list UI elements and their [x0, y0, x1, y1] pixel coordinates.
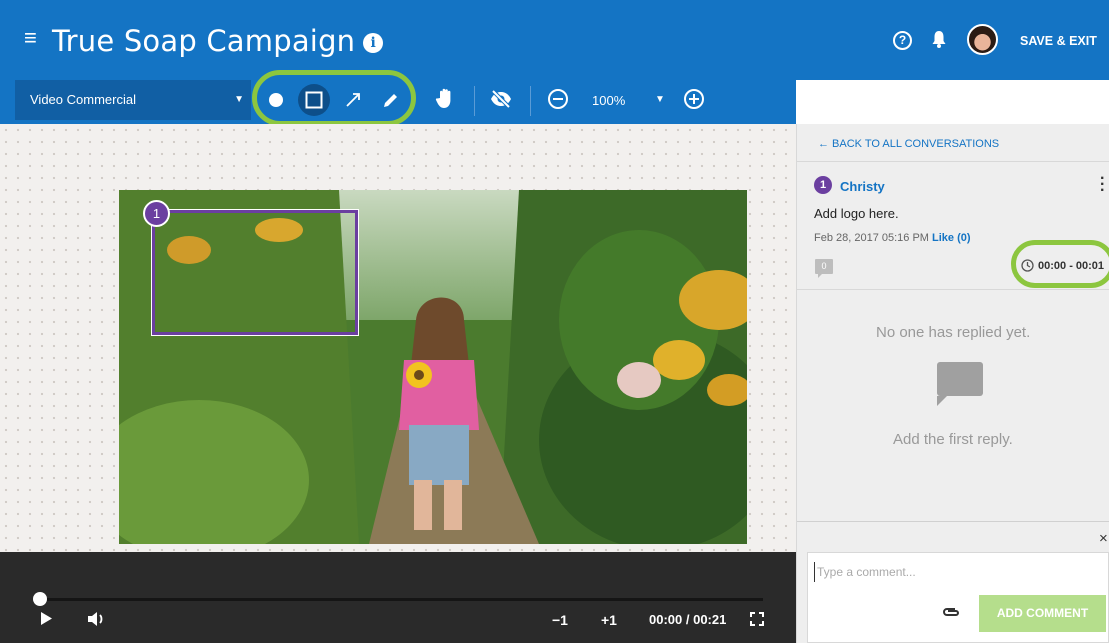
close-icon[interactable]: ×	[1099, 530, 1108, 547]
comment-time-range[interactable]: 00:00 - 00:01	[1021, 259, 1104, 272]
comment-date: Feb 28, 2017 05:16 PM	[814, 232, 929, 244]
chevron-down-icon[interactable]: ▼	[655, 94, 665, 105]
reply-count-badge[interactable]: 0	[815, 259, 833, 278]
zoom-in-icon[interactable]	[684, 89, 704, 109]
add-comment-button[interactable]: ADD COMMENT	[979, 595, 1106, 632]
play-icon[interactable]	[41, 612, 52, 625]
eye-off-icon[interactable]	[490, 90, 512, 108]
like-link[interactable]: Like (0)	[932, 232, 971, 244]
hand-icon[interactable]	[434, 86, 458, 110]
forward-frame-button[interactable]: +1	[601, 612, 617, 628]
chevron-down-icon: ▼	[234, 94, 244, 105]
divider	[797, 161, 1109, 162]
comment-author[interactable]: Christy	[840, 179, 885, 194]
annotation-rectangle[interactable]	[151, 209, 359, 336]
more-options-icon[interactable]: · · ·	[1100, 171, 1105, 199]
time-range-text: 00:00 - 00:01	[1038, 260, 1105, 272]
zoom-level[interactable]: 100%	[592, 93, 625, 108]
empty-replies-message: No one has replied yet.	[876, 324, 1031, 341]
page-title-text: True Soap Campaign	[52, 24, 356, 58]
divider	[797, 289, 1109, 290]
fullscreen-icon[interactable]	[750, 612, 764, 626]
volume-icon[interactable]	[88, 611, 106, 627]
drawing-tools-highlight	[252, 70, 416, 126]
comment-pin: 1	[814, 176, 832, 194]
chat-bubble-icon	[937, 362, 983, 406]
comment-meta: Feb 28, 2017 05:16 PM Like (0)	[814, 232, 971, 244]
comment-text: Add logo here.	[814, 206, 899, 221]
menu-icon[interactable]: ≡	[24, 27, 37, 49]
back-to-conversations-link[interactable]: ← BACK TO ALL CONVERSATIONS	[818, 138, 999, 150]
zoom-out-icon[interactable]	[548, 89, 568, 109]
annotation-pin[interactable]: 1	[143, 200, 170, 227]
info-icon[interactable]: i	[363, 33, 384, 53]
paperclip-icon[interactable]	[942, 606, 960, 618]
clock-icon	[1021, 259, 1034, 272]
progress-bar[interactable]	[40, 598, 763, 601]
page-title: True Soap Campaign i	[52, 24, 384, 58]
comment-input[interactable]	[814, 562, 1094, 582]
toolbar-separator	[530, 86, 531, 116]
toolbar-separator	[474, 86, 475, 116]
progress-handle[interactable]	[33, 592, 47, 606]
rewind-frame-button[interactable]: −1	[552, 612, 568, 628]
time-display: 00:00 / 00:21	[649, 612, 727, 627]
first-reply-prompt: Add the first reply.	[893, 431, 1013, 448]
bell-icon[interactable]	[932, 30, 946, 48]
save-exit-button[interactable]: SAVE & EXIT	[1020, 34, 1097, 48]
help-icon[interactable]: ?	[893, 31, 912, 50]
asset-select-value: Video Commercial	[30, 92, 136, 107]
user-avatar[interactable]	[967, 24, 998, 55]
asset-select[interactable]: Video Commercial ▼	[15, 80, 251, 120]
